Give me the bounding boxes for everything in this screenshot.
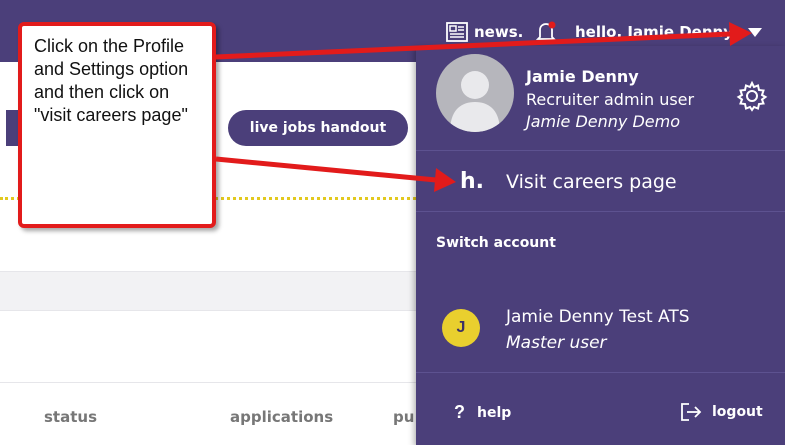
notifications-button[interactable] <box>536 20 556 44</box>
gear-icon[interactable] <box>736 80 768 112</box>
switch-account-heading: Switch account <box>436 235 556 251</box>
logout-icon <box>681 403 702 421</box>
dropdown-divider <box>416 211 785 212</box>
profile-role: Recruiter admin user <box>526 90 695 109</box>
logout-label: logout <box>712 404 763 420</box>
avatar-placeholder-icon <box>450 71 500 132</box>
account-role: Master user <box>506 333 607 353</box>
careers-logo-text: h. <box>460 169 485 194</box>
user-menu-toggle[interactable]: hello, Jamie Denny <box>575 20 763 44</box>
help-link[interactable]: ? help <box>454 402 511 423</box>
tutorial-callout: Click on the Profile and Settings option… <box>18 22 216 228</box>
chevron-down-icon <box>748 28 762 37</box>
account-initial-avatar: J <box>442 309 480 347</box>
live-jobs-handout-button[interactable]: live jobs handout <box>228 110 408 146</box>
news-link[interactable]: news. <box>446 20 523 44</box>
user-greeting: hello, Jamie Denny <box>575 23 733 41</box>
column-header-applications[interactable]: applications <box>230 408 333 426</box>
profile-name: Jamie Denny <box>526 67 639 86</box>
profile-avatar <box>436 54 514 132</box>
bell-icon <box>536 21 556 40</box>
news-label: news. <box>474 23 524 41</box>
column-header-status[interactable]: status <box>44 408 97 426</box>
visit-careers-label: Visit careers page <box>506 171 677 193</box>
callout-text: Click on the Profile and Settings option… <box>34 36 189 125</box>
live-jobs-handout-label: live jobs handout <box>249 120 387 136</box>
help-label: help <box>477 404 512 421</box>
filter-bar <box>0 271 416 311</box>
profile-company: Jamie Denny Demo <box>526 112 681 131</box>
visit-careers-page-link[interactable]: h. Visit careers page <box>416 151 785 211</box>
table-header-divider <box>0 382 416 383</box>
profile-dropdown: Jamie Denny Recruiter admin user Jamie D… <box>416 46 785 445</box>
careers-logo-icon: h. <box>460 169 484 194</box>
column-header-partial[interactable]: pu <box>393 408 414 426</box>
dropdown-divider <box>416 372 785 373</box>
account-list-item[interactable]: J Jamie Denny Test ATS Master user <box>416 291 785 371</box>
help-icon: ? <box>454 402 465 422</box>
logout-link[interactable]: logout <box>680 402 763 422</box>
account-name: Jamie Denny Test ATS <box>506 307 690 327</box>
news-icon <box>446 22 468 42</box>
